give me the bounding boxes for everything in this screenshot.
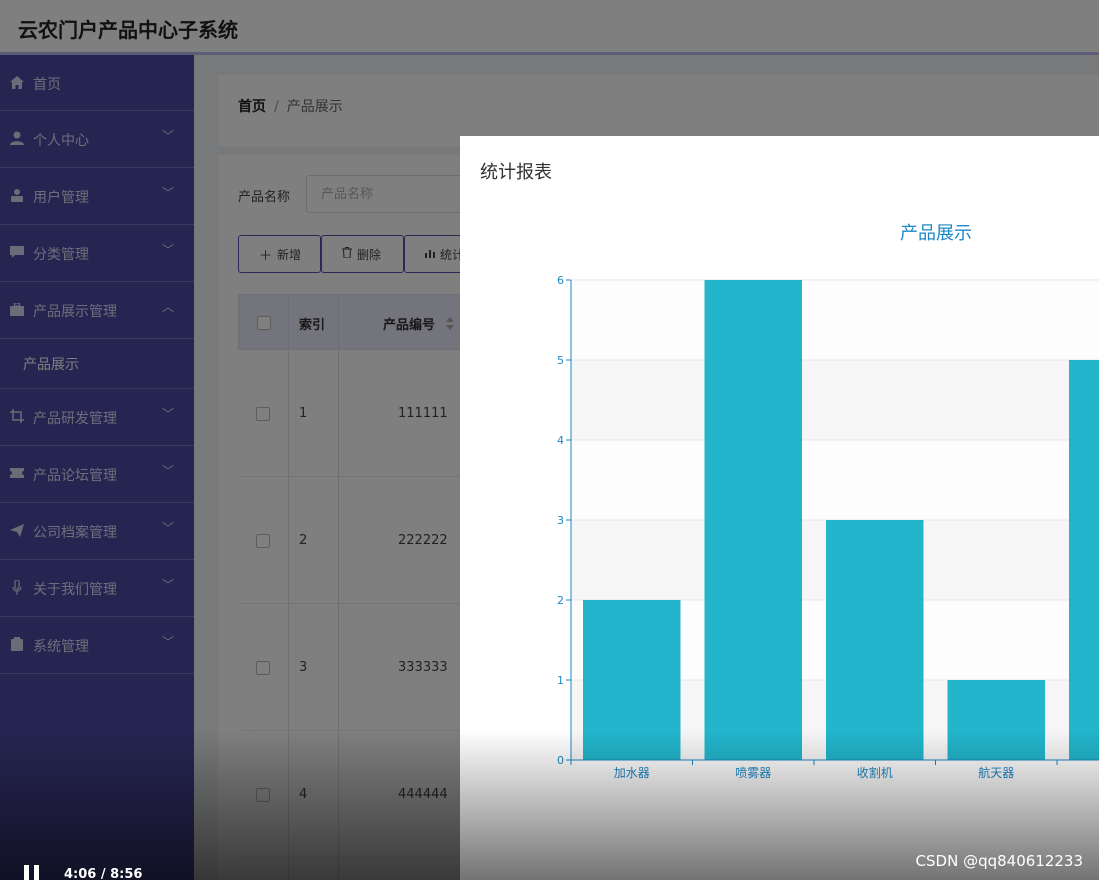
chart-bar[interactable] [583,600,681,760]
x-tick-label: 收割机 [857,765,893,780]
stats-dialog: 统计报表 0 1 2 3 4 5 6 加水器 喷雾器 收割机 航天器 产品展示 [460,136,1099,880]
dialog-title: 统计报表 [480,162,552,183]
y-tick-label: 4 [557,434,564,447]
y-tick-label: 3 [557,514,564,527]
x-tick-label: 加水器 [614,766,650,780]
y-tick-label: 5 [557,354,564,367]
chart-bar[interactable] [826,520,924,760]
pause-icon[interactable] [24,865,40,880]
y-tick-label: 6 [557,274,564,287]
y-tick-label: 2 [557,594,564,607]
y-tick-label: 1 [557,674,564,687]
chart-grid-band [571,440,1099,520]
x-tick-label: 航天器 [978,765,1014,780]
watermark: CSDN @qq840612233 [915,852,1083,870]
bar-chart: 0 1 2 3 4 5 6 加水器 喷雾器 收割机 航天器 产品展示 [557,223,1099,780]
video-time: 4:06 / 8:56 [64,867,143,880]
chart-bar[interactable] [947,680,1046,760]
chart-bar[interactable] [1069,360,1099,760]
x-tick-label: 喷雾器 [735,766,771,780]
chart-grid-band [571,360,1099,440]
chart-title: 产品展示 [900,223,972,244]
chart-grid-band [571,280,1099,360]
chart-bar[interactable] [704,280,803,760]
y-tick-label: 0 [557,754,564,767]
